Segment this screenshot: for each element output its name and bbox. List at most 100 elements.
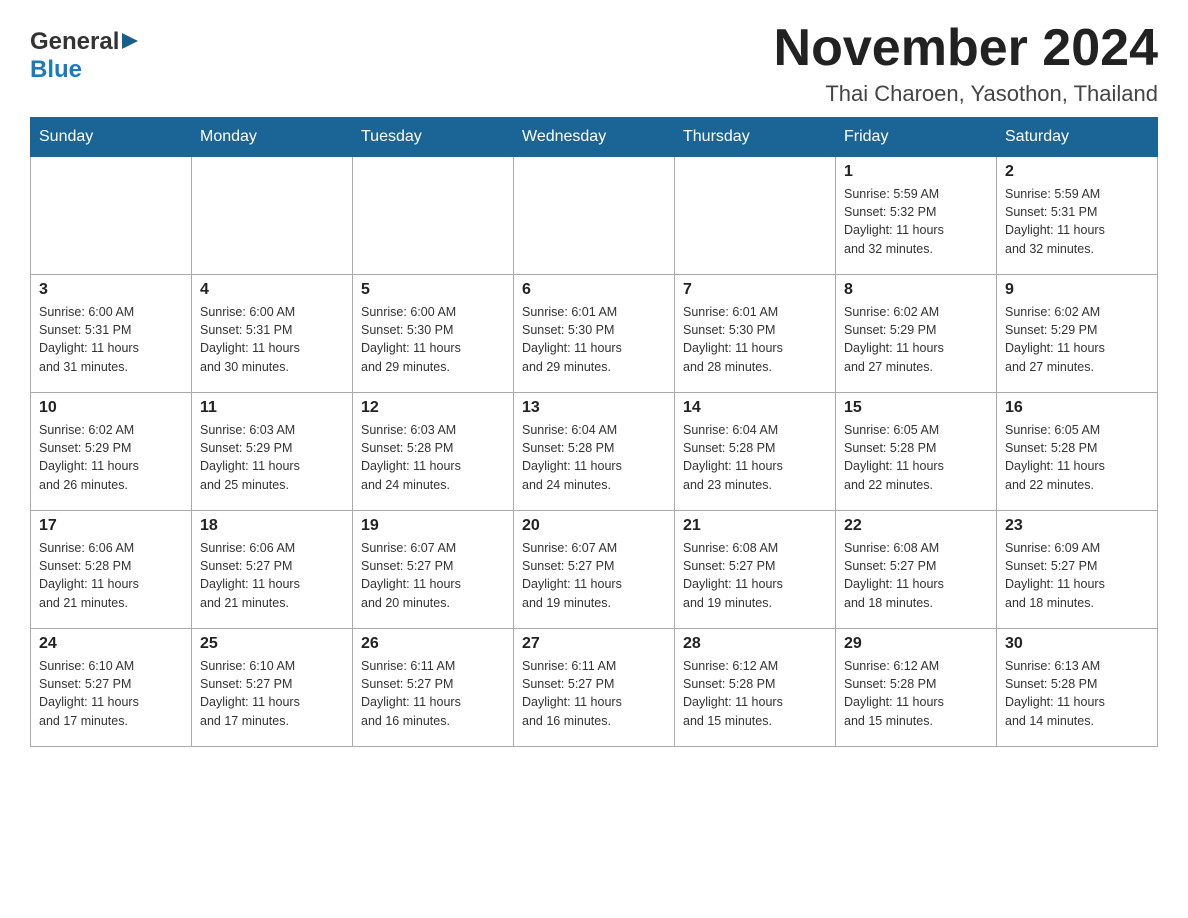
- calendar-cell: 1 Sunrise: 5:59 AMSunset: 5:32 PMDaylight…: [836, 157, 997, 275]
- day-info: Sunrise: 6:11 AMSunset: 5:27 PMDaylight:…: [522, 657, 666, 730]
- day-info: Sunrise: 6:12 AMSunset: 5:28 PMDaylight:…: [683, 657, 827, 730]
- day-number: 24: [39, 635, 183, 653]
- day-info: Sunrise: 6:00 AMSunset: 5:30 PMDaylight:…: [361, 303, 505, 376]
- calendar-cell: 28Sunrise: 6:12 AMSunset: 5:28 PMDayligh…: [675, 629, 836, 747]
- calendar-cell: 18Sunrise: 6:06 AMSunset: 5:27 PMDayligh…: [192, 511, 353, 629]
- day-info: Sunrise: 6:10 AMSunset: 5:27 PMDaylight:…: [39, 657, 183, 730]
- day-info: Sunrise: 6:13 AMSunset: 5:28 PMDaylight:…: [1005, 657, 1149, 730]
- day-number: 7: [683, 281, 827, 299]
- day-info: Sunrise: 6:00 AMSunset: 5:31 PMDaylight:…: [200, 303, 344, 376]
- day-number: 25: [200, 635, 344, 653]
- calendar-cell: 15 Sunrise: 6:05 AMSunset: 5:28 PMDayligh…: [836, 393, 997, 511]
- day-header-friday: Friday: [836, 118, 997, 157]
- day-number: 14: [683, 399, 827, 417]
- logo-general-text: General: [30, 28, 119, 56]
- calendar-cell: 11 Sunrise: 6:03 AMSunset: 5:29 PMDayligh…: [192, 393, 353, 511]
- day-info: Sunrise: 6:07 AMSunset: 5:27 PMDaylight:…: [522, 539, 666, 612]
- day-info: Sunrise: 6:10 AMSunset: 5:27 PMDaylight:…: [200, 657, 344, 730]
- day-info: Sunrise: 6:04 AMSunset: 5:28 PMDaylight:…: [683, 421, 827, 494]
- calendar-cell: [192, 157, 353, 275]
- day-number: 4: [200, 281, 344, 299]
- day-info: Sunrise: 6:08 AMSunset: 5:27 PMDaylight:…: [683, 539, 827, 612]
- calendar-cell: 26 Sunrise: 6:11 AMSunset: 5:27 PMDayligh…: [353, 629, 514, 747]
- day-number: 16: [1005, 399, 1149, 417]
- day-info: Sunrise: 6:06 AMSunset: 5:27 PMDaylight:…: [200, 539, 344, 612]
- calendar-cell: 21 Sunrise: 6:08 AMSunset: 5:27 PMDayligh…: [675, 511, 836, 629]
- day-number: 13: [522, 399, 666, 417]
- day-number: 19: [361, 517, 505, 535]
- day-info: Sunrise: 6:02 AMSunset: 5:29 PMDaylight:…: [1005, 303, 1149, 376]
- day-header-wednesday: Wednesday: [514, 118, 675, 157]
- calendar-cell: 16 Sunrise: 6:05 AMSunset: 5:28 PMDayligh…: [997, 393, 1158, 511]
- calendar-cell: 19 Sunrise: 6:07 AMSunset: 5:27 PMDayligh…: [353, 511, 514, 629]
- day-number: 9: [1005, 281, 1149, 299]
- calendar-cell: 13 Sunrise: 6:04 AMSunset: 5:28 PMDayligh…: [514, 393, 675, 511]
- day-info: Sunrise: 6:07 AMSunset: 5:27 PMDaylight:…: [361, 539, 505, 612]
- day-header-monday: Monday: [192, 118, 353, 157]
- day-number: 15: [844, 399, 988, 417]
- day-header-saturday: Saturday: [997, 118, 1158, 157]
- day-number: 27: [522, 635, 666, 653]
- calendar-cell: 7 Sunrise: 6:01 AMSunset: 5:30 PMDaylight…: [675, 275, 836, 393]
- day-info: Sunrise: 6:05 AMSunset: 5:28 PMDaylight:…: [844, 421, 988, 494]
- logo-blue-text: Blue: [30, 56, 82, 83]
- calendar-week-row: 1 Sunrise: 5:59 AMSunset: 5:32 PMDaylight…: [31, 157, 1158, 275]
- calendar-week-row: 17Sunrise: 6:06 AMSunset: 5:28 PMDayligh…: [31, 511, 1158, 629]
- day-number: 22: [844, 517, 988, 535]
- day-number: 21: [683, 517, 827, 535]
- calendar-cell: 29 Sunrise: 6:12 AMSunset: 5:28 PMDayligh…: [836, 629, 997, 747]
- calendar-cell: 25 Sunrise: 6:10 AMSunset: 5:27 PMDayligh…: [192, 629, 353, 747]
- location-subtitle: Thai Charoen, Yasothon, Thailand: [774, 81, 1158, 107]
- day-info: Sunrise: 6:03 AMSunset: 5:28 PMDaylight:…: [361, 421, 505, 494]
- calendar-cell: 24 Sunrise: 6:10 AMSunset: 5:27 PMDayligh…: [31, 629, 192, 747]
- calendar-cell: 20Sunrise: 6:07 AMSunset: 5:27 PMDayligh…: [514, 511, 675, 629]
- calendar-week-row: 3Sunrise: 6:00 AMSunset: 5:31 PMDaylight…: [31, 275, 1158, 393]
- calendar-cell: 14 Sunrise: 6:04 AMSunset: 5:28 PMDayligh…: [675, 393, 836, 511]
- calendar-cell: 8 Sunrise: 6:02 AMSunset: 5:29 PMDaylight…: [836, 275, 997, 393]
- day-header-tuesday: Tuesday: [353, 118, 514, 157]
- day-info: Sunrise: 6:03 AMSunset: 5:29 PMDaylight:…: [200, 421, 344, 494]
- day-number: 26: [361, 635, 505, 653]
- calendar-body: 1 Sunrise: 5:59 AMSunset: 5:32 PMDaylight…: [31, 157, 1158, 747]
- calendar-cell: 4 Sunrise: 6:00 AMSunset: 5:31 PMDaylight…: [192, 275, 353, 393]
- day-number: 2: [1005, 163, 1149, 181]
- calendar-cell: 6Sunrise: 6:01 AMSunset: 5:30 PMDaylight…: [514, 275, 675, 393]
- calendar-cell: [675, 157, 836, 275]
- calendar-cell: 22Sunrise: 6:08 AMSunset: 5:27 PMDayligh…: [836, 511, 997, 629]
- calendar-cell: [31, 157, 192, 275]
- logo-arrow-icon: [122, 33, 138, 54]
- day-info: Sunrise: 6:02 AMSunset: 5:29 PMDaylight:…: [39, 421, 183, 494]
- calendar-cell: 23 Sunrise: 6:09 AMSunset: 5:27 PMDayligh…: [997, 511, 1158, 629]
- day-info: Sunrise: 6:09 AMSunset: 5:27 PMDaylight:…: [1005, 539, 1149, 612]
- day-info: Sunrise: 6:12 AMSunset: 5:28 PMDaylight:…: [844, 657, 988, 730]
- day-info: Sunrise: 6:01 AMSunset: 5:30 PMDaylight:…: [683, 303, 827, 376]
- day-info: Sunrise: 6:02 AMSunset: 5:29 PMDaylight:…: [844, 303, 988, 376]
- calendar-cell: [353, 157, 514, 275]
- day-number: 11: [200, 399, 344, 417]
- day-number: 12: [361, 399, 505, 417]
- day-info: Sunrise: 6:00 AMSunset: 5:31 PMDaylight:…: [39, 303, 183, 376]
- month-title: November 2024: [774, 20, 1158, 77]
- day-info: Sunrise: 6:06 AMSunset: 5:28 PMDaylight:…: [39, 539, 183, 612]
- day-number: 29: [844, 635, 988, 653]
- day-header-thursday: Thursday: [675, 118, 836, 157]
- day-info: Sunrise: 6:01 AMSunset: 5:30 PMDaylight:…: [522, 303, 666, 376]
- day-info: Sunrise: 6:11 AMSunset: 5:27 PMDaylight:…: [361, 657, 505, 730]
- title-block: November 2024 Thai Charoen, Yasothon, Th…: [774, 20, 1158, 107]
- calendar-table: SundayMondayTuesdayWednesdayThursdayFrid…: [30, 117, 1158, 747]
- calendar-cell: 3Sunrise: 6:00 AMSunset: 5:31 PMDaylight…: [31, 275, 192, 393]
- day-number: 10: [39, 399, 183, 417]
- day-header-sunday: Sunday: [31, 118, 192, 157]
- day-info: Sunrise: 6:05 AMSunset: 5:28 PMDaylight:…: [1005, 421, 1149, 494]
- day-info: Sunrise: 5:59 AMSunset: 5:32 PMDaylight:…: [844, 185, 988, 258]
- day-info: Sunrise: 6:04 AMSunset: 5:28 PMDaylight:…: [522, 421, 666, 494]
- day-number: 8: [844, 281, 988, 299]
- days-header-row: SundayMondayTuesdayWednesdayThursdayFrid…: [31, 118, 1158, 157]
- day-number: 30: [1005, 635, 1149, 653]
- day-number: 23: [1005, 517, 1149, 535]
- day-number: 1: [844, 163, 988, 181]
- calendar-cell: 2Sunrise: 5:59 AMSunset: 5:31 PMDaylight…: [997, 157, 1158, 275]
- calendar-cell: [514, 157, 675, 275]
- calendar-cell: 17Sunrise: 6:06 AMSunset: 5:28 PMDayligh…: [31, 511, 192, 629]
- calendar-week-row: 10 Sunrise: 6:02 AMSunset: 5:29 PMDayligh…: [31, 393, 1158, 511]
